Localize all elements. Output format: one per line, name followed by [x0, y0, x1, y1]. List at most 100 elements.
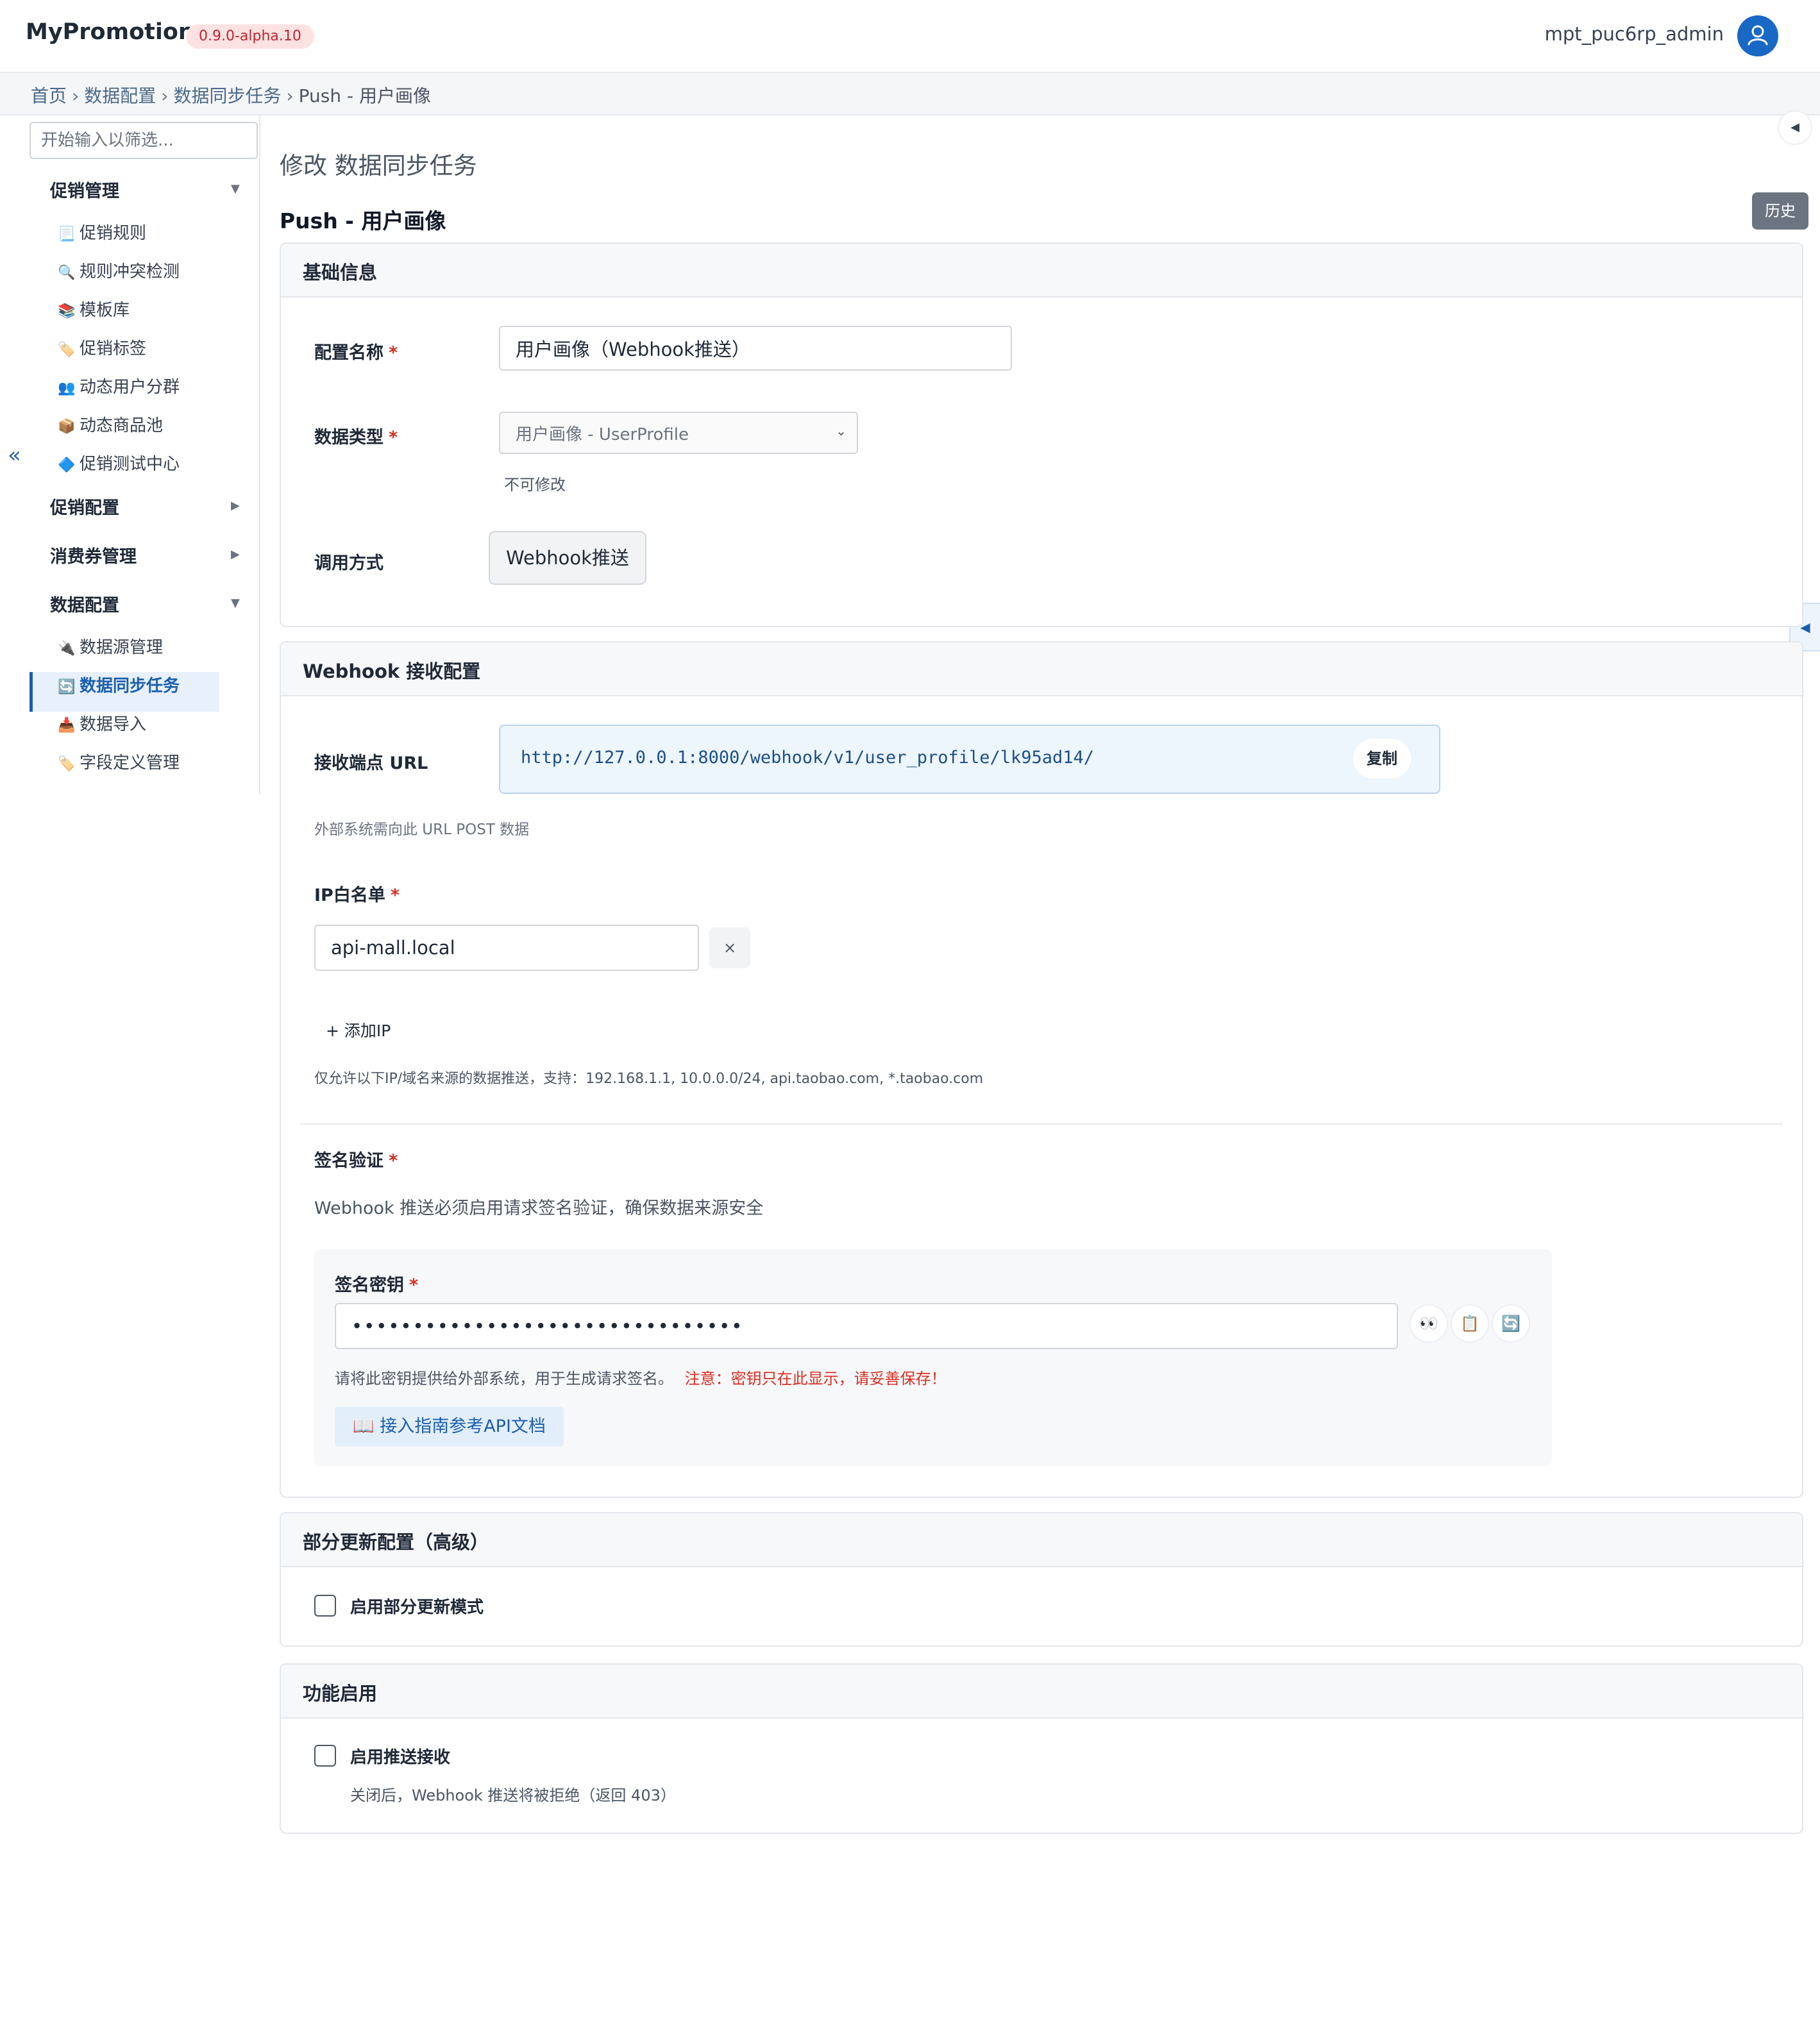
breadcrumb-separator: ›: [72, 85, 80, 106]
enable-push-label[interactable]: 启用推送接收: [350, 1744, 450, 1768]
sidebar-item-label: 模板库: [80, 301, 130, 320]
chevron-right-icon[interactable]: ▶: [231, 548, 240, 561]
ip-whitelist-input[interactable]: api-mall.local: [314, 925, 699, 971]
sidebar-group-promotion-config[interactable]: 促销配置: [50, 494, 119, 519]
magnifier-icon: 🔍: [58, 265, 76, 281]
data-type-select[interactable]: 用户画像 - UserProfile ⌄: [499, 412, 858, 454]
ip-whitelist-label: IP白名单 *: [314, 886, 400, 905]
sidebar-item-product-pool[interactable]: 📦 动态商品池: [58, 413, 163, 439]
breadcrumb-separator: ›: [161, 85, 169, 106]
sidebar-group-coupon-management[interactable]: 消费券管理: [50, 542, 137, 567]
username-label: mpt_puc6rp_admin: [1544, 23, 1724, 45]
sidebar-item-field-definitions[interactable]: 🏷️ 字段定义管理: [58, 750, 180, 776]
card-header: Webhook 接收配置: [281, 643, 1802, 696]
call-mode-label: 调用方式: [314, 553, 383, 573]
sidebar-item-label: 数据源管理: [80, 638, 164, 657]
page-title: 修改 数据同步任务: [280, 152, 477, 180]
breadcrumb-sync-tasks[interactable]: 数据同步任务: [173, 85, 281, 106]
endpoint-url-hint: 外部系统需向此 URL POST 数据: [314, 821, 530, 838]
data-type-label: 数据类型 *: [314, 428, 398, 448]
tag-icon: 🏷️: [58, 756, 76, 772]
card-header: 功能启用: [281, 1665, 1802, 1719]
sidebar-item-label: 数据同步任务: [80, 677, 180, 696]
sidebar-group-promotion-management[interactable]: 促销管理: [50, 177, 119, 202]
sidebar-item-promotion-rules[interactable]: 📃 促销规则: [58, 221, 146, 246]
breadcrumb: 首页 › 数据配置 › 数据同步任务 › Push - 用户画像: [31, 82, 431, 108]
chevron-down-icon[interactable]: ▼: [231, 182, 240, 196]
sidebar-item-user-segments[interactable]: 👥 动态用户分群: [58, 374, 180, 400]
section-divider: [300, 1123, 1783, 1125]
books-icon: 📚: [58, 303, 76, 319]
users-icon: 👥: [58, 380, 76, 396]
show-secret-icon[interactable]: 👀: [1410, 1304, 1448, 1343]
card-header: 基础信息: [281, 244, 1802, 298]
config-name-label: 配置名称 *: [314, 343, 398, 363]
secret-key-label: 签名密钥 *: [335, 1275, 419, 1295]
chevron-down-icon: ⌄: [836, 423, 847, 439]
diamond-icon: 🔷: [58, 457, 76, 473]
enable-push-checkbox[interactable]: [314, 1745, 336, 1767]
sidebar-divider: [259, 115, 260, 795]
secret-key-hint: 请将此密钥提供给外部系统，用于生成请求签名。 注意：密钥只在此显示，请妥善保存！: [335, 1366, 947, 1388]
endpoint-url-box: http://127.0.0.1:8000/webhook/v1/user_pr…: [499, 725, 1440, 794]
card-header: 部分更新配置（高级）: [281, 1513, 1802, 1567]
endpoint-url-label: 接收端点 URL: [314, 753, 428, 773]
sidebar-item-test-center[interactable]: 🔷 促销测试中心: [58, 451, 180, 477]
history-button[interactable]: 历史: [1752, 192, 1808, 230]
breadcrumb-home[interactable]: 首页: [31, 85, 67, 106]
webhook-push-button[interactable]: Webhook推送: [489, 531, 646, 585]
plug-icon: 🔌: [58, 641, 76, 657]
collapse-panel-icon[interactable]: ◀: [1778, 110, 1812, 145]
sidebar-item-label: 动态用户分群: [80, 378, 180, 397]
sidebar-filter-input[interactable]: 开始输入以筛选...: [29, 122, 258, 159]
sidebar-item-label: 数据导入: [80, 715, 147, 734]
document-icon: 📃: [58, 226, 76, 242]
user-icon: [1748, 25, 1768, 46]
collapse-sidebar-icon[interactable]: «: [8, 442, 21, 468]
copy-url-button[interactable]: 复制: [1353, 739, 1411, 778]
sidebar-item-template-library[interactable]: 📚 模板库: [58, 298, 130, 323]
breadcrumb-bar: 首页 › 数据配置 › 数据同步任务 › Push - 用户画像: [0, 73, 1820, 115]
card-title: Webhook 接收配置: [303, 660, 481, 682]
remove-ip-button[interactable]: ×: [709, 927, 750, 968]
top-header: MyPromotion 0.9.0-alpha.10 mpt_puc6rp_ad…: [0, 0, 1820, 73]
sidebar-item-promotion-tags[interactable]: 🏷️ 促销标签: [58, 336, 146, 362]
api-docs-button[interactable]: 📖 接入指南参考API文档: [335, 1407, 564, 1447]
chevron-right-icon[interactable]: ▶: [231, 499, 240, 512]
card-title: 基础信息: [303, 262, 378, 283]
sidebar-item-label: 字段定义管理: [80, 753, 180, 773]
sidebar-item-rule-conflict[interactable]: 🔍 规则冲突检测: [58, 259, 180, 285]
partial-update-card: 部分更新配置（高级）: [280, 1512, 1803, 1647]
partial-update-checkbox[interactable]: [314, 1595, 336, 1617]
brand-logo[interactable]: MyPromotion: [26, 19, 194, 45]
add-ip-button[interactable]: + 添加IP: [326, 1018, 391, 1041]
sidebar-item-sync-tasks[interactable]: 🔄 数据同步任务: [58, 673, 180, 699]
partial-update-label[interactable]: 启用部分更新模式: [350, 1594, 484, 1618]
data-type-hint: 不可修改: [504, 476, 566, 494]
clipboard-icon[interactable]: 📋: [1451, 1304, 1489, 1343]
sidebar-item-data-import[interactable]: 📥 数据导入: [58, 712, 146, 737]
avatar[interactable]: [1737, 15, 1778, 56]
breadcrumb-current: Push - 用户画像: [298, 85, 432, 106]
sidebar-item-label: 促销测试中心: [80, 455, 180, 474]
sidebar-group-data-config[interactable]: 数据配置: [50, 591, 119, 616]
endpoint-url-value[interactable]: http://127.0.0.1:8000/webhook/v1/user_pr…: [521, 748, 1094, 768]
data-type-value: 用户画像 - UserProfile: [516, 424, 689, 444]
version-badge: 0.9.0-alpha.10: [186, 24, 314, 49]
config-name-input[interactable]: 用户画像（Webhook推送）: [499, 326, 1012, 371]
secret-key-input[interactable]: ••••••••••••••••••••••••••••••••: [335, 1303, 1398, 1349]
inbox-icon: 📥: [58, 718, 76, 734]
tag-icon: 🏷️: [58, 342, 76, 358]
secret-warning-text: 注意：密钥只在此显示，请妥善保存！: [684, 1370, 947, 1388]
sync-icon: 🔄: [58, 679, 76, 695]
sidebar-item-label: 规则冲突检测: [80, 262, 180, 282]
package-icon: 📦: [58, 419, 76, 435]
breadcrumb-data-config[interactable]: 数据配置: [84, 85, 156, 106]
signature-description: Webhook 推送必须启用请求签名验证，确保数据来源安全: [314, 1198, 764, 1218]
card-title: 功能启用: [303, 1683, 378, 1704]
chevron-down-icon[interactable]: ▼: [231, 596, 240, 610]
breadcrumb-separator: ›: [286, 85, 294, 106]
secret-hint-text: 请将此密钥提供给外部系统，用于生成请求签名。: [335, 1370, 673, 1388]
sidebar-item-datasource[interactable]: 🔌 数据源管理: [58, 635, 163, 660]
regenerate-icon[interactable]: 🔄: [1492, 1304, 1530, 1343]
